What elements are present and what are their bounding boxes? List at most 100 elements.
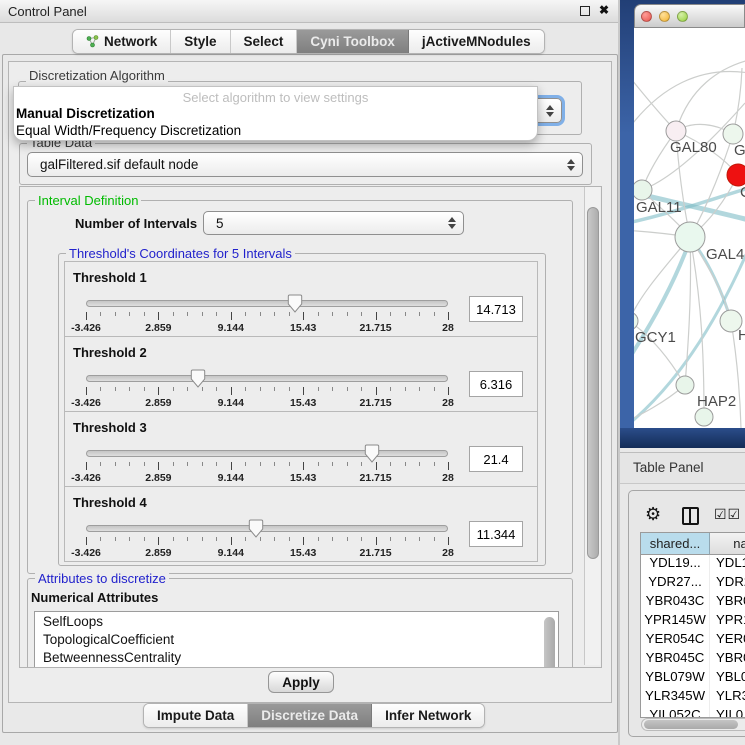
table-row[interactable]: YDL19...YDL1 xyxy=(641,555,745,574)
tab-network[interactable]: Network xyxy=(73,30,171,53)
slider-tick xyxy=(260,387,261,391)
network-node-hap2[interactable] xyxy=(676,376,694,394)
float-window-icon[interactable] xyxy=(580,6,590,16)
table-row[interactable]: YDR27...YDR2 xyxy=(641,574,745,593)
algorithm-dropdown-popup: Select algorithm to view settings Manual… xyxy=(13,86,538,141)
tab-jactivemnodules[interactable]: jActiveMNodules xyxy=(409,30,544,53)
threshold-value-input[interactable] xyxy=(469,371,523,397)
number-of-intervals-combobox[interactable]: 5 xyxy=(203,211,464,235)
numerical-attributes-label: Numerical Attributes xyxy=(31,590,158,605)
window-close-button[interactable] xyxy=(641,11,652,22)
tab-discretize-data[interactable]: Discretize Data xyxy=(248,704,372,727)
checkbox-icons[interactable]: ☑☑ xyxy=(714,506,741,523)
slider-tick xyxy=(332,462,333,466)
dropdown-item-manual-discretization[interactable]: Manual Discretization xyxy=(16,106,155,121)
gear-icon[interactable]: ⚙ xyxy=(645,504,661,525)
attribute-list-item[interactable]: SelfLoops xyxy=(35,612,558,630)
slider-tick xyxy=(318,387,319,391)
table-row[interactable]: YLR345WYLR3 xyxy=(641,688,745,707)
table-data-combobox[interactable]: galFiltered.sif default node xyxy=(27,152,583,177)
threshold-value-input[interactable] xyxy=(469,521,523,547)
slider-tick xyxy=(173,537,174,541)
window-minimize-button[interactable] xyxy=(659,11,670,22)
column-header-shared[interactable]: shared... xyxy=(641,533,710,555)
network-canvas[interactable]: GAL80GCGAL11GAL4GCY1HHAP2 xyxy=(634,28,745,428)
tab-select[interactable]: Select xyxy=(231,30,298,53)
slider-handle[interactable] xyxy=(248,519,264,538)
apply-button[interactable]: Apply xyxy=(268,671,334,693)
slider-tick xyxy=(86,387,87,395)
node-table[interactable]: shared...nameYDL19...YDL1YDR27...YDR2YBR… xyxy=(640,532,745,718)
table-row[interactable]: YPR145WYPR1 xyxy=(641,612,745,631)
table-row[interactable]: YIL052CYIL0 xyxy=(641,707,745,718)
table-row[interactable]: YER054CYER0 xyxy=(641,631,745,650)
slider-tick xyxy=(390,312,391,316)
window-zoom-button[interactable] xyxy=(677,11,688,22)
slider-tick xyxy=(245,537,246,541)
slider-handle[interactable] xyxy=(364,444,380,463)
table-cell: YDL1 xyxy=(710,555,745,574)
network-icon xyxy=(86,35,99,48)
threshold-label: Threshold 1 xyxy=(73,270,147,285)
slider-tick-label: 15.43 xyxy=(290,547,316,559)
network-node-gal11[interactable] xyxy=(634,180,652,200)
threshold-slider[interactable]: -3.4262.8599.14415.4321.71528 xyxy=(86,370,448,410)
table-cell: YDR27... xyxy=(641,574,710,593)
network-node-gal4[interactable] xyxy=(675,222,705,252)
column-header-name[interactable]: name xyxy=(710,533,745,555)
slider-tick xyxy=(405,537,406,541)
list-scrollbar[interactable] xyxy=(544,617,555,668)
network-node-label: C xyxy=(740,184,745,201)
slider-tick xyxy=(129,387,130,391)
threshold-slider[interactable]: -3.4262.8599.14415.4321.71528 xyxy=(86,445,448,485)
slider-tick xyxy=(86,537,87,545)
split-view-icon[interactable] xyxy=(682,507,699,525)
network-node-gal80[interactable] xyxy=(666,121,686,141)
attributes-group-title: Attributes to discretize xyxy=(35,571,169,586)
dropdown-item-equal-width-frequency[interactable]: Equal Width/Frequency Discretization xyxy=(16,123,241,138)
scrollbar-thumb[interactable] xyxy=(587,207,599,559)
tab-style[interactable]: Style xyxy=(171,30,230,53)
network-window-titlebar[interactable] xyxy=(634,4,745,28)
slider-tick xyxy=(390,462,391,466)
slider-tick xyxy=(231,387,232,395)
close-icon[interactable]: ✖ xyxy=(599,3,609,17)
numerical-attributes-list[interactable]: SelfLoopsTopologicalCoefficientBetweenne… xyxy=(34,611,559,668)
threshold-slider[interactable]: -3.4262.8599.14415.4321.71528 xyxy=(86,520,448,560)
attribute-list-item[interactable]: TopologicalCoefficient xyxy=(35,630,558,648)
attribute-list-item[interactable]: BetweennessCentrality xyxy=(35,648,558,666)
table-cell: YIL052C xyxy=(641,707,710,718)
tab-impute-data[interactable]: Impute Data xyxy=(144,704,248,727)
network-node-label: HAP2 xyxy=(697,393,736,410)
threshold-slider[interactable]: -3.4262.8599.14415.4321.71528 xyxy=(86,295,448,335)
network-node-c[interactable] xyxy=(727,164,745,186)
scrollbar-thumb[interactable] xyxy=(644,720,738,729)
number-of-intervals-value: 5 xyxy=(216,216,224,231)
tab-label: Impute Data xyxy=(157,708,234,723)
combo-arrows-icon xyxy=(546,105,554,117)
table-horizontal-scrollbar[interactable] xyxy=(641,718,745,731)
threshold-value-input[interactable] xyxy=(469,446,523,472)
slider-handle[interactable] xyxy=(287,294,303,313)
slider-tick xyxy=(419,312,420,316)
slider-tick xyxy=(129,462,130,466)
threshold-value-input[interactable] xyxy=(469,296,523,322)
slider-tick xyxy=(361,387,362,391)
slider-track xyxy=(86,450,448,457)
network-node-g[interactable] xyxy=(723,124,743,144)
tab-cyni-toolbox[interactable]: Cyni Toolbox xyxy=(297,30,409,53)
slider-tick xyxy=(289,537,290,541)
slider-handle[interactable] xyxy=(190,369,206,388)
slider-tick xyxy=(361,462,362,466)
slider-tick xyxy=(303,387,304,395)
tab-infer-network[interactable]: Infer Network xyxy=(372,704,484,727)
table-cell: YDL19... xyxy=(641,555,710,574)
settings-vertical-scrollbar[interactable] xyxy=(584,187,600,665)
table-row[interactable]: YBR045CYBR0 xyxy=(641,650,745,669)
slider-tick xyxy=(144,387,145,391)
slider-tick xyxy=(347,312,348,316)
table-row[interactable]: YBL079WYBL0 xyxy=(641,669,745,688)
table-row[interactable]: YBR043CYBR0 xyxy=(641,593,745,612)
network-node[interactable] xyxy=(695,408,713,426)
slider-tick xyxy=(448,312,449,320)
